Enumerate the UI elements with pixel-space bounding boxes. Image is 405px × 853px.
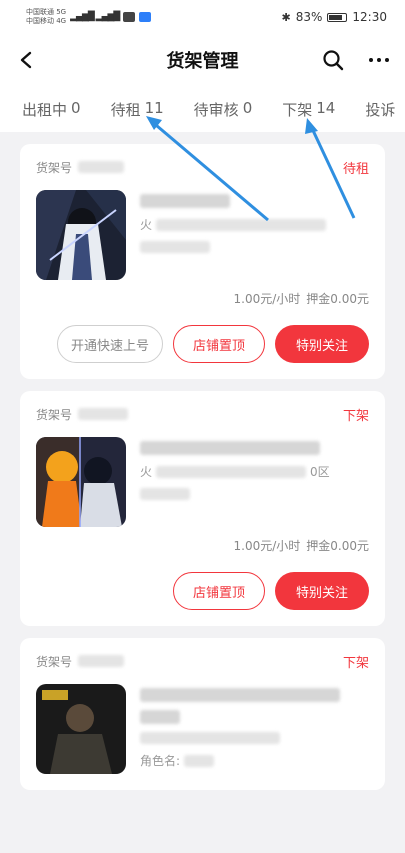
info-redacted bbox=[140, 732, 280, 744]
shop-pin-button[interactable]: 店铺置顶 bbox=[173, 572, 265, 610]
shelf-id-label: 货架号 bbox=[36, 654, 73, 669]
signal-icon: ▂▄▆█ ▂▄▆█ bbox=[70, 12, 120, 22]
game-thumbnail bbox=[36, 684, 126, 774]
deposit: 押金0.00元 bbox=[306, 292, 369, 306]
title-redacted bbox=[140, 688, 340, 702]
tab-bar: 出租中 0 待租 11 待审核 0 下架 14 投诉 bbox=[0, 86, 405, 132]
price-row: 1.00元/小时 押金0.00元 bbox=[36, 537, 370, 554]
tab-label: 待租 bbox=[110, 100, 141, 119]
price-row: 1.00元/小时 押金0.00元 bbox=[36, 290, 370, 307]
shelf-card[interactable]: 货架号 待租 火 1.00元/小时 押金0.00元 开通快速上号 店铺置顶 特别… bbox=[20, 144, 385, 379]
role-row: 角色名: bbox=[140, 752, 369, 769]
title-redacted bbox=[140, 441, 320, 455]
info-row: 火 0区 bbox=[140, 463, 369, 480]
price: 1.00元/小时 bbox=[233, 539, 301, 553]
tab-count: 14 bbox=[316, 98, 336, 117]
tab-label: 待审核 bbox=[193, 100, 239, 119]
card-info: 角色名: bbox=[140, 684, 369, 774]
shelf-id-label: 货架号 bbox=[36, 407, 73, 422]
shelf-id-label: 货架号 bbox=[36, 160, 73, 175]
search-icon[interactable] bbox=[321, 48, 345, 72]
info-prefix: 火 bbox=[140, 218, 153, 232]
card-info: 火 0区 bbox=[140, 437, 369, 527]
battery-percent: 83% bbox=[295, 10, 323, 24]
shelf-id-redacted bbox=[78, 408, 129, 420]
clock: 12:30 bbox=[352, 10, 387, 24]
title-redacted-2 bbox=[140, 710, 180, 724]
app-notification-icon bbox=[139, 12, 152, 22]
tab-off-shelf[interactable]: 下架 14 bbox=[282, 99, 335, 120]
card-actions: 店铺置顶 特别关注 bbox=[36, 572, 369, 610]
shelf-card[interactable]: 货架号 下架 角色名: bbox=[20, 638, 385, 790]
server-suffix: 0区 bbox=[310, 465, 330, 479]
shelf-id-redacted bbox=[78, 655, 125, 667]
status-badge: 下架 bbox=[342, 655, 369, 671]
notification-icon bbox=[123, 12, 136, 22]
tab-count: 0 bbox=[242, 98, 253, 117]
tab-label: 出租中 bbox=[22, 100, 68, 119]
status-badge: 下架 bbox=[342, 408, 369, 424]
shelf-id: 货架号 bbox=[36, 406, 129, 423]
game-thumbnail bbox=[36, 190, 126, 280]
quick-login-button[interactable]: 开通快速上号 bbox=[57, 325, 163, 363]
tab-pending-review[interactable]: 待审核 0 bbox=[194, 99, 253, 120]
info-row: 火 bbox=[140, 216, 369, 233]
info-redacted-2 bbox=[140, 488, 190, 500]
tab-label: 下架 bbox=[282, 100, 313, 119]
carrier-line-1: 中国联通 5G bbox=[26, 8, 67, 16]
status-bar: 中国联通 5G 中国移动 4G ▂▄▆█ ▂▄▆█ ✱ 83% 12:30 bbox=[0, 0, 405, 34]
price: 1.00元/小时 bbox=[233, 292, 301, 306]
back-arrow-icon[interactable] bbox=[14, 48, 38, 72]
tab-renting[interactable]: 出租中 0 bbox=[22, 99, 81, 120]
battery-icon bbox=[327, 12, 348, 22]
tab-label: 投诉 bbox=[365, 100, 396, 119]
info-redacted bbox=[156, 465, 307, 478]
info-prefix: 火 bbox=[140, 465, 153, 479]
card-actions: 开通快速上号 店铺置顶 特别关注 bbox=[36, 325, 369, 363]
card-body: 火 0区 bbox=[36, 437, 369, 527]
shelf-id: 货架号 bbox=[36, 653, 125, 670]
card-header: 货架号 下架 bbox=[36, 391, 369, 437]
game-thumbnail bbox=[36, 437, 126, 527]
card-header: 货架号 待租 bbox=[36, 144, 369, 190]
role-label: 角色名: bbox=[140, 754, 181, 768]
role-redacted bbox=[184, 754, 215, 767]
carrier-line-2: 中国移动 4G bbox=[26, 17, 67, 25]
status-left: 中国联通 5G 中国移动 4G ▂▄▆█ ▂▄▆█ bbox=[26, 8, 152, 26]
tab-to-rent[interactable]: 待租 11 bbox=[111, 99, 164, 120]
info-redacted-2 bbox=[140, 241, 210, 253]
info-redacted bbox=[156, 218, 327, 231]
special-follow-button[interactable]: 特别关注 bbox=[275, 572, 369, 610]
special-follow-button[interactable]: 特别关注 bbox=[275, 325, 369, 363]
nav-actions bbox=[321, 48, 391, 72]
card-body: 角色名: bbox=[36, 684, 369, 774]
shelf-id: 货架号 bbox=[36, 159, 125, 176]
title-redacted bbox=[140, 194, 230, 208]
shelf-card[interactable]: 货架号 下架 火 0区 1.00元/小时 押金0.00元 店铺置顶 特别关注 bbox=[20, 391, 385, 626]
more-icon[interactable] bbox=[367, 48, 391, 72]
nav-bar: 货架管理 bbox=[0, 34, 405, 86]
carrier-info: 中国联通 5G 中国移动 4G bbox=[26, 8, 66, 26]
shop-pin-button[interactable]: 店铺置顶 bbox=[173, 325, 265, 363]
status-badge: 待租 bbox=[342, 161, 369, 177]
card-body: 火 bbox=[36, 190, 369, 280]
tab-count: 11 bbox=[144, 98, 164, 117]
bluetooth-icon: ✱ bbox=[281, 10, 291, 24]
card-header: 货架号 下架 bbox=[36, 638, 369, 684]
card-info: 火 bbox=[140, 190, 369, 280]
status-right: ✱ 83% 12:30 bbox=[282, 10, 387, 24]
deposit: 押金0.00元 bbox=[306, 539, 369, 553]
tab-count: 0 bbox=[71, 98, 81, 117]
shelf-id-redacted bbox=[78, 161, 125, 173]
tab-complaints[interactable]: 投诉 bbox=[365, 99, 395, 120]
shelf-list: 货架号 待租 火 1.00元/小时 押金0.00元 开通快速上号 店铺置顶 特别… bbox=[0, 132, 405, 790]
